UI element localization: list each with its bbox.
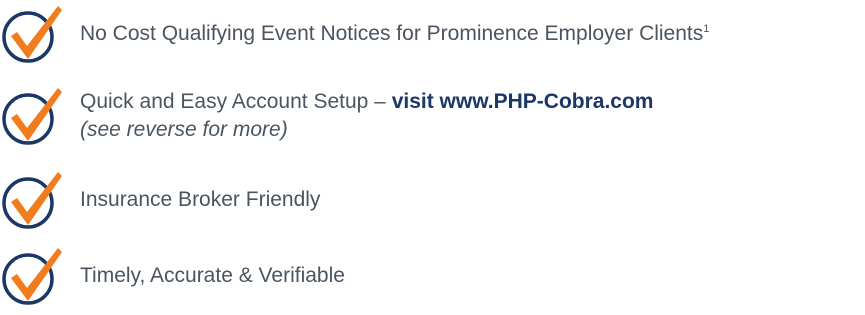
- benefit-item: Insurance Broker Friendly: [0, 170, 320, 230]
- check-circle-icon: [2, 172, 62, 229]
- check-circle-icon: [2, 88, 62, 145]
- benefit-text: No Cost Qualifying Event Notices for Pro…: [80, 22, 710, 45]
- benefits-list: No Cost Qualifying Event Notices for Pro…: [0, 0, 865, 315]
- benefit-text: Insurance Broker Friendly: [80, 188, 321, 211]
- check-circle-icon: [2, 6, 62, 63]
- benefit-note: (see reverse for more): [80, 118, 288, 141]
- benefit-item: No Cost Qualifying Event Notices for Pro…: [0, 4, 709, 64]
- benefit-item: Timely, Accurate & Verifiable: [0, 246, 345, 306]
- benefit-text: Timely, Accurate & Verifiable: [80, 264, 345, 287]
- benefit-text: Quick and Easy Account Setup – visit www…: [80, 88, 653, 144]
- benefit-item: Quick and Easy Account Setup – visit www…: [0, 79, 653, 153]
- website-link[interactable]: visit www.PHP-Cobra.com: [392, 90, 654, 113]
- check-circle-icon: [2, 248, 62, 305]
- footnote-marker: 1: [703, 23, 710, 35]
